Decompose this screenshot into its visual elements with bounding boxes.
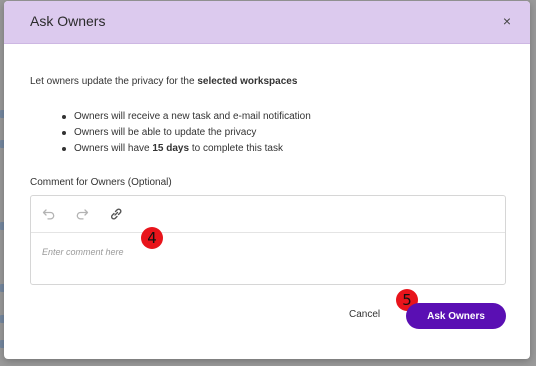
undo-icon[interactable]	[41, 206, 57, 222]
step-marker-4: 4	[141, 227, 163, 249]
list-item-text: Owners will have	[74, 143, 153, 154]
list-item: Owners will receive a new task and e-mai…	[60, 109, 311, 125]
close-icon[interactable]: ×	[498, 12, 516, 30]
list-item: Owners will have 15 days to complete thi…	[60, 141, 311, 157]
editor-toolbar	[31, 196, 505, 233]
list-item-text: Owners will receive a new task and e-mai…	[74, 111, 311, 122]
dialog-header: Ask Owners ×	[4, 1, 530, 44]
list-item: Owners will be able to update the privac…	[60, 125, 311, 141]
info-list: Owners will receive a new task and e-mai…	[60, 109, 311, 157]
intro-text: Let owners update the privacy for the	[30, 76, 198, 87]
comment-input[interactable]	[42, 247, 482, 257]
dialog-title: Ask Owners	[30, 13, 106, 29]
dialog-intro: Let owners update the privacy for the se…	[30, 76, 297, 87]
ask-owners-button[interactable]: Ask Owners	[406, 303, 506, 329]
link-icon[interactable]	[108, 206, 124, 222]
ask-owners-dialog: Ask Owners × Let owners update the priva…	[4, 1, 530, 359]
comment-label: Comment for Owners (Optional)	[30, 177, 172, 188]
list-item-text: to complete this task	[189, 143, 283, 154]
cancel-button[interactable]: Cancel	[349, 309, 380, 320]
redo-icon[interactable]	[74, 206, 90, 222]
intro-bold-text: selected workspaces	[197, 76, 298, 87]
days-count: 15 days	[152, 143, 190, 154]
comment-editor	[30, 195, 506, 285]
list-item-text: Owners will be able to update the privac…	[74, 127, 257, 138]
